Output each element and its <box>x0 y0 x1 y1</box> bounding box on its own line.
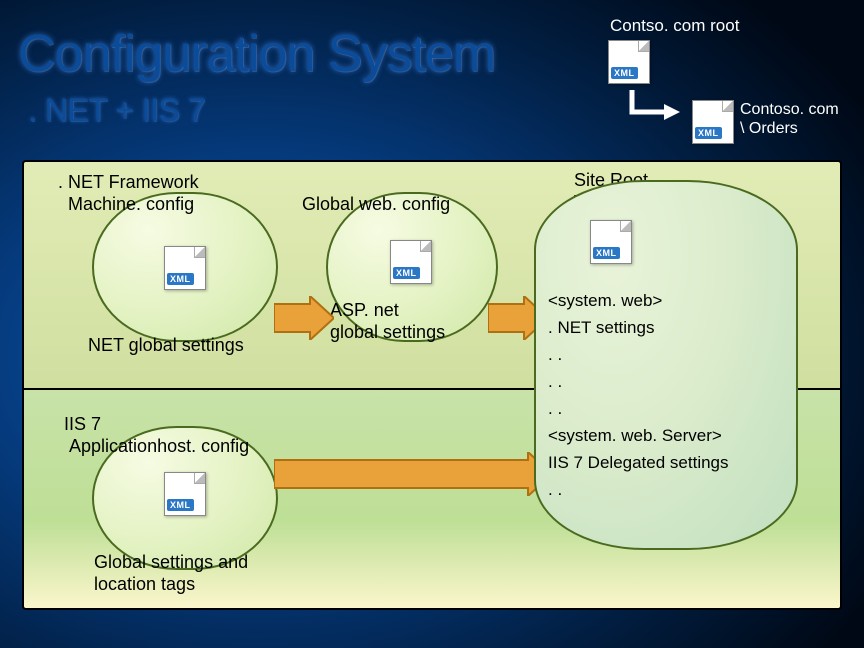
text-line: Machine. config <box>68 194 194 214</box>
xml-badge: XML <box>393 267 420 279</box>
label-net-global-settings: NET global settings <box>88 335 244 357</box>
config-line: <system. web. Server> <box>548 425 778 448</box>
text-line: IIS 7 <box>64 414 101 434</box>
config-line: <system. web> <box>548 290 778 313</box>
config-line: . . <box>548 398 778 421</box>
text-line: Global settings and <box>94 552 248 572</box>
config-line: . . <box>548 479 778 502</box>
xml-icon: XML <box>590 220 632 264</box>
page-subtitle: . NET + IIS 7 <box>28 92 205 129</box>
sub-label-line: Contoso. com <box>740 101 839 118</box>
hierarchy-sub-label: Contoso. com \ Orders <box>740 100 839 138</box>
text-line: global settings <box>330 322 445 342</box>
xml-icon: XML <box>164 246 206 290</box>
page-title: Configuration System <box>18 24 495 84</box>
xml-badge: XML <box>167 499 194 511</box>
xml-icon: XML <box>608 40 650 84</box>
xml-badge: XML <box>695 127 722 139</box>
xml-badge: XML <box>611 67 638 79</box>
xml-badge: XML <box>593 247 620 259</box>
config-line: IIS 7 Delegated settings <box>548 452 778 475</box>
label-global-settings-tags: Global settings and location tags <box>94 552 254 595</box>
config-line: . . <box>548 371 778 394</box>
sub-label-line: \ Orders <box>740 120 798 137</box>
label-asp-net-settings: ASP. net global settings <box>330 300 470 343</box>
elbow-arrow-icon <box>624 90 684 126</box>
text-line: . NET Framework <box>58 172 199 192</box>
label-global-web: Global web. config <box>302 194 450 216</box>
text-line: ASP. net <box>330 300 399 320</box>
xml-badge: XML <box>167 273 194 285</box>
text-line: Applicationhost. config <box>69 436 249 456</box>
xml-icon: XML <box>692 100 734 144</box>
label-net-framework: . NET Framework Machine. config <box>58 172 199 215</box>
text-line: location tags <box>94 574 195 594</box>
arrow-icon <box>274 452 552 496</box>
config-line: . NET settings <box>548 317 778 340</box>
hierarchy-root-label: Contso. com root <box>610 16 739 36</box>
xml-icon: XML <box>164 472 206 516</box>
arrow-icon <box>274 296 334 340</box>
config-line: . . <box>548 344 778 367</box>
site-config-content: <system. web> . NET settings . . . . . .… <box>548 290 778 506</box>
xml-icon: XML <box>390 240 432 284</box>
label-iis7: IIS 7 Applicationhost. config <box>64 414 249 457</box>
